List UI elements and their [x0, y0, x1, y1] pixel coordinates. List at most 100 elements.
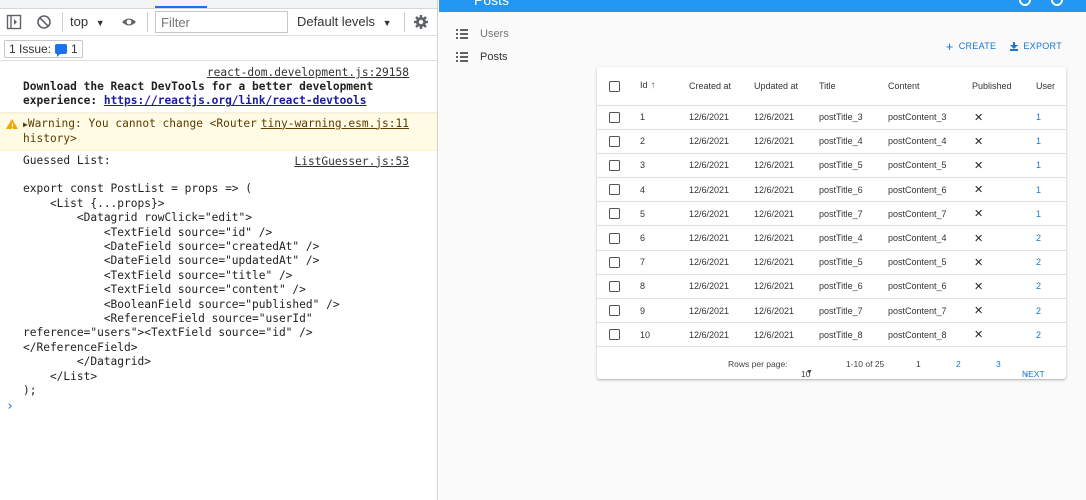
table-row[interactable]: 1 12/6/2021 12/6/2021 postTitle_3 postConten…	[597, 105, 1066, 130]
cell-updated: 12/6/2021	[754, 208, 795, 219]
cell-created: 12/6/2021	[689, 112, 730, 123]
cell-created: 12/6/2021	[689, 184, 730, 195]
table-row[interactable]: 7 12/6/2021 12/6/2021 postTitle_5 postConten…	[597, 250, 1066, 275]
sidebar-item-label: Posts	[480, 50, 508, 63]
context-selector[interactable]: top ▼	[70, 14, 105, 29]
close-icon: ✕	[974, 305, 984, 318]
warning-icon: !	[6, 118, 18, 131]
cell-title: postTitle_6	[819, 281, 863, 292]
gear-icon[interactable]	[413, 14, 429, 30]
row-checkbox[interactable]	[609, 135, 620, 147]
cell-user[interactable]: 2	[1036, 330, 1041, 340]
cell-user[interactable]: 1	[1036, 160, 1041, 170]
row-checkbox[interactable]	[609, 232, 620, 244]
log-levels-dropdown[interactable]: Default levels ▼	[297, 14, 392, 29]
column-header-created[interactable]: Created at	[689, 67, 754, 106]
account-icon[interactable]	[1051, 0, 1063, 6]
cell-user[interactable]: 1	[1036, 209, 1041, 219]
close-icon: ✕	[974, 208, 984, 221]
page-button-3[interactable]: 3	[996, 359, 1001, 369]
export-button[interactable]: EXPORT	[1010, 41, 1062, 51]
column-header-title[interactable]: Title	[819, 67, 888, 106]
cell-user[interactable]: 2	[1036, 257, 1041, 267]
table-row[interactable]: 10 12/6/2021 12/6/2021 postTitle_8 postConte…	[597, 322, 1066, 348]
cell-user[interactable]: 2	[1036, 281, 1041, 291]
cell-created: 12/6/2021	[689, 305, 730, 316]
column-header-updated[interactable]: Updated at	[754, 67, 819, 106]
cell-created: 12/6/2021	[689, 136, 730, 147]
cell-user[interactable]: 1	[1036, 112, 1041, 122]
table-row[interactable]: 9 12/6/2021 12/6/2021 postTitle_7 postConten…	[597, 298, 1066, 324]
sidebar-menu: Users Posts	[439, 22, 589, 68]
chevron-down-icon: ▼	[382, 18, 392, 28]
row-checkbox[interactable]	[609, 208, 620, 220]
eye-icon[interactable]	[121, 14, 137, 30]
source-link[interactable]: tiny-warning.esm.js:11	[261, 117, 409, 131]
header-label: User	[1036, 80, 1056, 91]
chevron-down-icon: ▼	[95, 18, 105, 28]
clear-console-icon[interactable]	[36, 14, 52, 30]
code-line: </List>	[23, 369, 98, 383]
table-row[interactable]: 8 12/6/2021 12/6/2021 postTitle_6 postConten…	[597, 274, 1066, 300]
row-checkbox[interactable]	[609, 160, 620, 172]
create-button[interactable]: + CREATE	[945, 38, 997, 54]
rows-per-page-label: Rows per page:	[728, 359, 788, 369]
cell-id: 10	[640, 329, 651, 340]
cell-id: 1	[640, 112, 646, 123]
page-button-2[interactable]: 2	[956, 359, 961, 369]
row-checkbox[interactable]	[609, 184, 620, 196]
row-checkbox[interactable]	[609, 329, 620, 341]
table-row[interactable]: 3 12/6/2021 12/6/2021 postTitle_5 postConten…	[597, 153, 1066, 179]
close-icon: ✕	[974, 184, 984, 197]
row-checkbox[interactable]	[609, 111, 620, 123]
filter-input[interactable]	[155, 11, 288, 33]
column-header-content[interactable]: Content	[888, 67, 972, 106]
cell-title: postTitle_7	[819, 305, 863, 316]
datagrid-card: Id ↑ Created at Updated at Title Content …	[597, 67, 1066, 379]
app-title: Posts	[474, 0, 510, 8]
header-label: Id	[640, 80, 648, 91]
sidebar-item-posts[interactable]: Posts	[439, 45, 589, 68]
chevron-right-icon: ›	[1025, 369, 1028, 379]
cell-user[interactable]: 2	[1036, 306, 1041, 316]
sidebar-item-users[interactable]: Users	[439, 22, 589, 45]
row-checkbox[interactable]	[609, 305, 620, 317]
cell-content: postContent_7	[888, 305, 947, 316]
table-row[interactable]: 4 12/6/2021 12/6/2021 postTitle_6 postConten…	[597, 177, 1066, 203]
devtools-link[interactable]: https://reactjs.org/link/react-devtools	[104, 94, 367, 107]
issues-label: 1 Issue:	[9, 42, 52, 56]
console-prompt[interactable]: ›	[6, 399, 14, 414]
column-header-id[interactable]: Id ↑	[640, 67, 689, 106]
source-link[interactable]: react-dom.development.js:29158	[207, 66, 409, 80]
column-header-user[interactable]: User	[1036, 67, 1066, 106]
row-checkbox[interactable]	[609, 256, 620, 268]
cell-user[interactable]: 2	[1036, 233, 1041, 243]
source-link[interactable]: ListGuesser.js:53	[294, 155, 409, 169]
cell-content: postContent_3	[888, 112, 947, 123]
cell-updated: 12/6/2021	[754, 281, 795, 292]
table-row[interactable]: 6 12/6/2021 12/6/2021 postTitle_4 postConten…	[597, 225, 1066, 251]
cell-created: 12/6/2021	[689, 329, 730, 340]
select-all-checkbox[interactable]	[609, 80, 620, 92]
plus-icon: +	[945, 38, 954, 54]
cell-updated: 12/6/2021	[754, 184, 795, 195]
toolbar-divider	[404, 12, 405, 32]
toolbar-divider	[62, 12, 63, 32]
devtools-panel: top ▼ Default levels ▼ 1 Issue: 1 react-…	[0, 0, 438, 500]
cell-user[interactable]: 1	[1036, 185, 1041, 195]
pagination: Rows per page: 10 ▼ 1-10 of 25 1 2 3 NEXT…	[597, 349, 1066, 379]
cell-user[interactable]: 1	[1036, 136, 1041, 146]
column-header-published[interactable]: Published	[972, 67, 1036, 106]
cell-title: postTitle_3	[819, 112, 863, 123]
sidebar-toggle-icon[interactable]	[6, 14, 22, 30]
table-row[interactable]: 2 12/6/2021 12/6/2021 postTitle_4 postConten…	[597, 129, 1066, 154]
cell-created: 12/6/2021	[689, 257, 730, 268]
issues-button[interactable]: 1 Issue: 1	[4, 40, 83, 58]
log-levels-label: Default levels	[297, 14, 376, 29]
table-row[interactable]: 5 12/6/2021 12/6/2021 postTitle_7 postConten…	[597, 201, 1066, 227]
refresh-icon[interactable]	[1019, 0, 1031, 6]
cell-updated: 12/6/2021	[754, 160, 795, 171]
row-checkbox[interactable]	[609, 280, 620, 292]
page-button-1[interactable]: 1	[916, 359, 921, 369]
console-message: ListGuesser.js:53 Guessed List: export c…	[0, 151, 437, 402]
